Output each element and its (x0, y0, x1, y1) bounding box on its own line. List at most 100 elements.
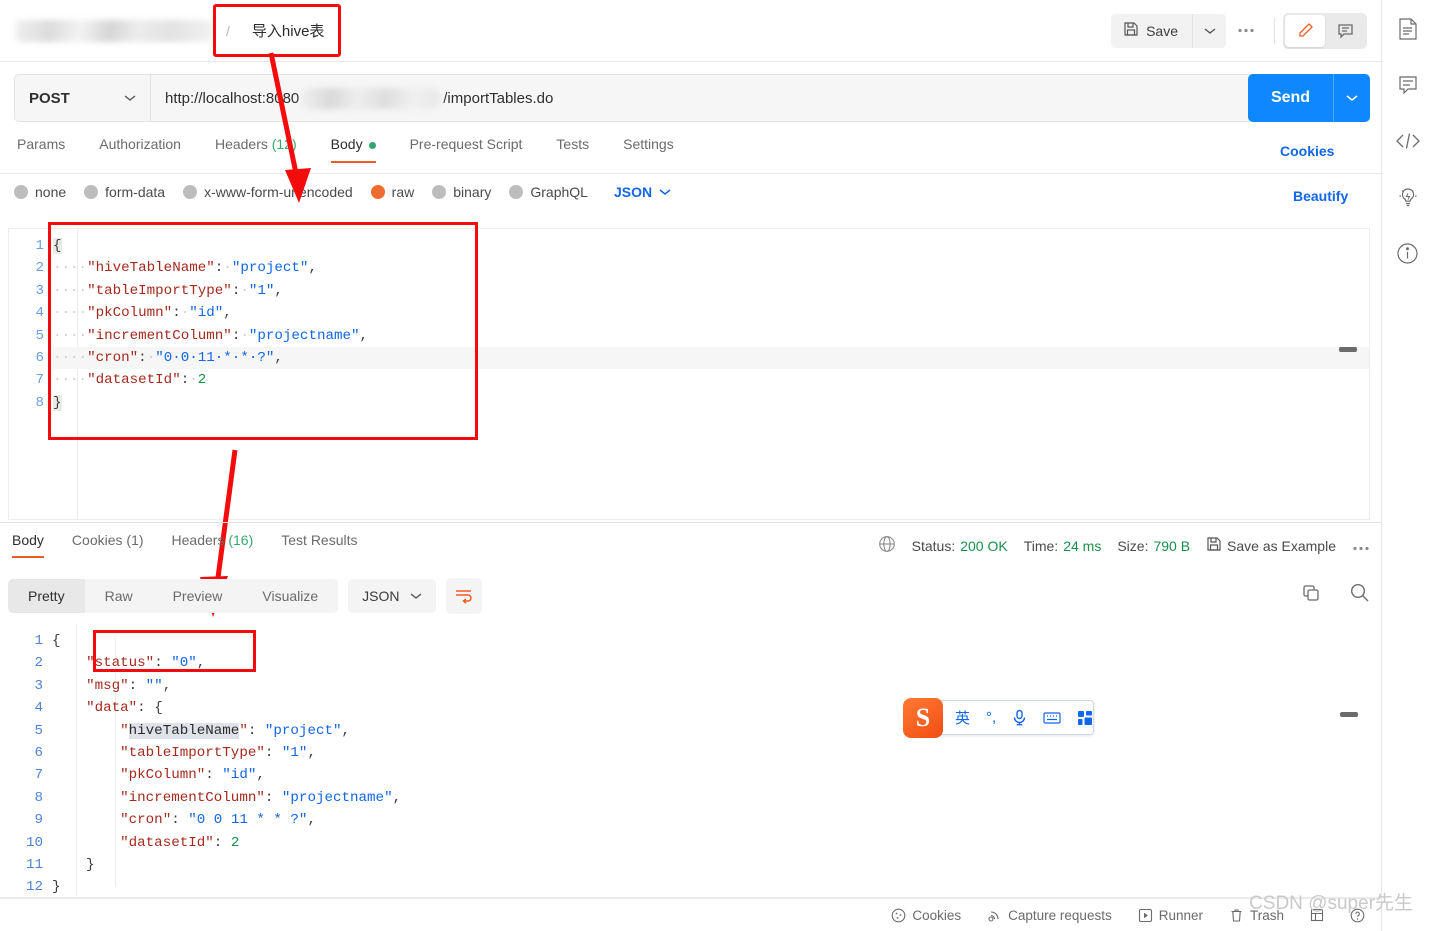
code-line[interactable]: ····"pkColumn":·"id", (53, 302, 1369, 324)
body-format-select[interactable]: JSON (614, 184, 671, 200)
radio-icon (509, 185, 524, 199)
comment-mode-button[interactable] (1325, 15, 1365, 47)
copy-button[interactable] (1301, 583, 1321, 608)
cookies-link[interactable]: Cookies (1280, 143, 1334, 159)
code-line[interactable]: ····"cron":·"0·0·11·*·*·?", (53, 346, 1369, 370)
body-type-urlencoded[interactable]: x-www-form-urlencoded (183, 184, 353, 200)
tab-label: Pre-request Script (409, 136, 523, 152)
time-value: 24 ms (1063, 537, 1102, 554)
code-line[interactable]: { (53, 235, 1369, 257)
url-input[interactable]: http://localhost:8080/importTables.do (150, 74, 1370, 122)
tab-headers[interactable]: Headers (12) (198, 136, 314, 163)
comment-icon[interactable] (1395, 72, 1421, 98)
code-line[interactable]: "data": { (52, 697, 1370, 719)
ime-punctuation-toggle[interactable]: °, (978, 709, 1004, 726)
microphone-icon[interactable] (1004, 709, 1035, 726)
code-line[interactable]: ····"incrementColumn":·"projectname", (53, 325, 1369, 347)
body-type-none[interactable]: none (14, 184, 66, 200)
code-line[interactable]: "hiveTableName": "project", (52, 720, 1370, 742)
ime-language-mode[interactable]: 英 (947, 707, 978, 728)
code-line[interactable]: ····"hiveTableName":·"project", (53, 257, 1369, 279)
code-icon[interactable] (1395, 128, 1421, 154)
code-line[interactable]: } (52, 876, 1370, 896)
ellipsis-icon (1353, 546, 1369, 550)
line-number: 5 (34, 722, 43, 739)
response-view-raw[interactable]: Raw (85, 579, 153, 613)
wrap-text-button[interactable] (445, 578, 482, 614)
code-line[interactable]: } (53, 392, 1369, 414)
footer-label: Trash (1249, 907, 1284, 923)
response-view-pretty[interactable]: Pretty (8, 579, 85, 613)
globe-icon (878, 535, 896, 556)
line-number: 2 (34, 655, 43, 672)
response-view-preview[interactable]: Preview (153, 579, 243, 613)
chevron-down-icon (1204, 27, 1215, 34)
save-button[interactable]: Save (1111, 13, 1192, 48)
body-type-graphql[interactable]: GraphQL (509, 184, 588, 200)
response-body-viewer[interactable]: 1 2 3 4 5 6 7 8 9 10 11 12 { "status": "0", "msg": … (8, 624, 1370, 896)
response-more-button[interactable] (1352, 538, 1370, 554)
save-options-button[interactable] (1192, 13, 1226, 48)
lightbulb-icon[interactable] (1395, 184, 1421, 210)
code-token: : (171, 812, 189, 829)
footer-capture-requests-button[interactable]: Capture requests (987, 908, 1112, 923)
info-icon[interactable] (1395, 240, 1421, 266)
editor-scrollbar[interactable] (1339, 347, 1357, 352)
response-tab-headers[interactable]: Headers (16) (158, 532, 268, 558)
code-line[interactable]: "incrementColumn": "projectname", (52, 787, 1370, 809)
footer-expand-button[interactable] (1310, 908, 1324, 922)
body-type-form-data[interactable]: form-data (84, 184, 165, 200)
body-type-raw[interactable]: raw (370, 184, 414, 200)
code-line[interactable]: ····"datasetId":·2 (53, 369, 1369, 391)
code-line[interactable]: ····"tableImportType":·"1", (53, 280, 1369, 302)
apps-grid-icon[interactable] (1069, 710, 1101, 726)
code-line[interactable]: { (52, 630, 1370, 652)
tab-settings[interactable]: Settings (606, 136, 691, 163)
search-button[interactable] (1349, 582, 1370, 608)
request-more-button[interactable] (1226, 14, 1266, 48)
beautify-button[interactable]: Beautify (1293, 188, 1348, 204)
pane-divider[interactable] (0, 522, 1381, 523)
line-number: 4 (35, 305, 44, 322)
tab-authorization[interactable]: Authorization (82, 136, 198, 163)
code-line[interactable]: } (52, 854, 1370, 876)
footer-help-button[interactable] (1350, 908, 1365, 923)
edit-mode-button[interactable] (1285, 14, 1325, 47)
response-tab-body[interactable]: Body (10, 532, 58, 558)
response-tab-test-results[interactable]: Test Results (267, 532, 371, 558)
response-scrollbar[interactable] (1340, 712, 1358, 717)
request-body-editor[interactable]: 12345678 {····"hiveTableName":·"project"… (8, 228, 1370, 520)
code-line[interactable]: "datasetId": 2 (52, 832, 1370, 854)
send-options-button[interactable] (1334, 94, 1370, 102)
tab-tests[interactable]: Tests (539, 136, 606, 163)
floppy-disk-icon (1206, 536, 1222, 555)
keyboard-icon[interactable] (1035, 711, 1069, 725)
response-view-visualize[interactable]: Visualize (242, 579, 338, 613)
code-token: "1" (248, 282, 275, 299)
footer-runner-button[interactable]: Runner (1138, 908, 1203, 923)
code-line[interactable]: "cron": "0 0 11 * * ?", (52, 809, 1370, 831)
footer-cookies-button[interactable]: Cookies (891, 908, 961, 923)
send-button[interactable]: Send (1248, 74, 1370, 122)
sogou-logo-icon[interactable]: S (903, 698, 943, 738)
tab-params[interactable]: Params (14, 136, 82, 163)
code-token: "pkColumn" (87, 305, 173, 322)
response-editor-code[interactable]: { "status": "0", "msg": "", "data": { "h… (52, 624, 1370, 896)
method-select[interactable]: POST (14, 74, 150, 122)
save-as-example-button[interactable]: Save as Example (1206, 536, 1336, 555)
response-tab-cookies[interactable]: Cookies (1) (58, 532, 158, 558)
document-icon[interactable] (1395, 16, 1421, 42)
code-line[interactable]: "tableImportType": "1", (52, 742, 1370, 764)
code-line[interactable]: "status": "0", (52, 652, 1370, 674)
tab-pre-request-script[interactable]: Pre-request Script (393, 136, 540, 163)
page-title[interactable]: 导入hive表 (240, 13, 337, 48)
response-format-select[interactable]: JSON (348, 579, 436, 613)
body-modified-dot-icon (368, 141, 376, 149)
code-line[interactable]: "pkColumn": "id", (52, 764, 1370, 786)
request-editor-code[interactable]: {····"hiveTableName":·"project", ····"tab… (53, 229, 1369, 519)
tab-body[interactable]: Body (314, 136, 393, 163)
play-box-icon (1138, 908, 1152, 922)
body-type-binary[interactable]: binary (432, 184, 491, 200)
footer-trash-button[interactable]: Trash (1229, 908, 1284, 923)
code-line[interactable]: "msg": "", (52, 675, 1370, 697)
